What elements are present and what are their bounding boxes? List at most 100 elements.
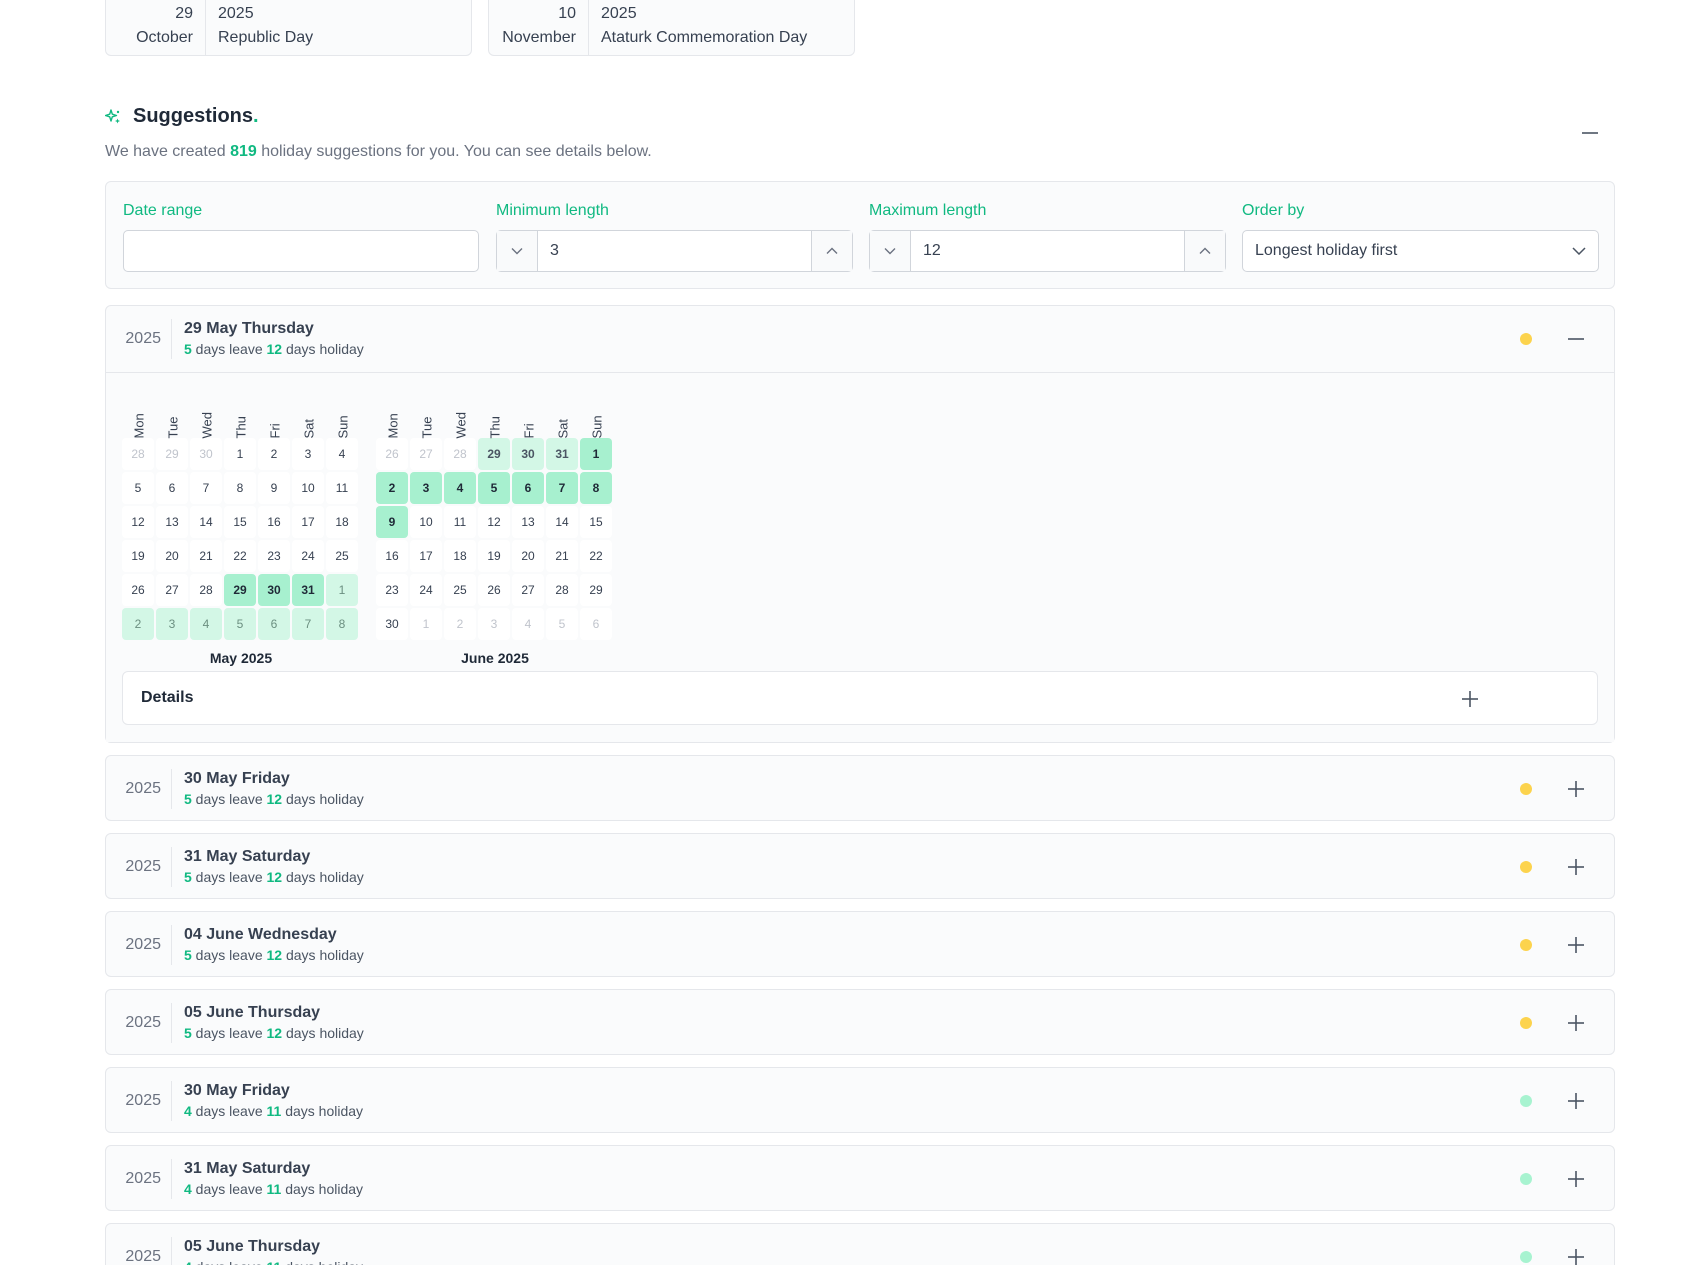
order-by-select[interactable]: Longest holiday first — [1242, 230, 1599, 272]
suggestion-header[interactable]: 2025 05 June Thursday 5 days leave 12 days… — [106, 990, 1614, 1056]
calendar-day[interactable]: 6 — [580, 608, 612, 640]
calendar-day[interactable]: 11 — [326, 472, 358, 504]
calendar-day[interactable]: 24 — [410, 574, 442, 606]
calendar-day-highlighted[interactable]: 2 — [376, 472, 408, 504]
calendar-day-highlighted[interactable]: 6 — [258, 608, 290, 640]
calendar-day[interactable]: 29 — [580, 574, 612, 606]
calendar-day-highlighted[interactable]: 9 — [376, 506, 408, 538]
calendar-day[interactable]: 2 — [444, 608, 476, 640]
calendar-day[interactable]: 16 — [258, 506, 290, 538]
calendar-day-highlighted[interactable]: 3 — [156, 608, 188, 640]
max-decrement-button[interactable] — [870, 231, 910, 271]
calendar-day[interactable]: 13 — [512, 506, 544, 538]
calendar-day[interactable]: 6 — [156, 472, 188, 504]
suggestion-header[interactable]: 2025 31 May Saturday 4 days leave 11 days … — [106, 1146, 1614, 1212]
calendar-day-highlighted[interactable]: 8 — [580, 472, 612, 504]
calendar-day-highlighted[interactable]: 30 — [258, 574, 290, 606]
calendar-day-highlighted[interactable]: 5 — [478, 472, 510, 504]
plus-icon[interactable] — [1566, 1013, 1586, 1033]
max-length-input[interactable]: 12 — [910, 231, 1185, 271]
calendar-day[interactable]: 10 — [292, 472, 324, 504]
calendar-day[interactable]: 22 — [580, 540, 612, 572]
calendar-day[interactable]: 5 — [546, 608, 578, 640]
calendar-day-highlighted[interactable]: 2 — [122, 608, 154, 640]
calendar-day[interactable]: 27 — [410, 438, 442, 470]
calendar-day-highlighted[interactable]: 1 — [580, 438, 612, 470]
calendar-day[interactable]: 21 — [546, 540, 578, 572]
calendar-day[interactable]: 28 — [190, 574, 222, 606]
plus-icon[interactable] — [1566, 935, 1586, 955]
suggestion-header[interactable]: 2025 05 June Thursday 4 days leave 11 days… — [106, 1224, 1614, 1265]
calendar-day[interactable]: 3 — [478, 608, 510, 640]
calendar-day[interactable]: 11 — [444, 506, 476, 538]
calendar-day[interactable]: 7 — [190, 472, 222, 504]
calendar-day[interactable]: 14 — [190, 506, 222, 538]
calendar-day[interactable]: 28 — [122, 438, 154, 470]
calendar-day[interactable]: 26 — [478, 574, 510, 606]
min-decrement-button[interactable] — [497, 231, 537, 271]
calendar-day-highlighted[interactable]: 31 — [292, 574, 324, 606]
calendar-day[interactable]: 20 — [512, 540, 544, 572]
calendar-day[interactable]: 25 — [444, 574, 476, 606]
calendar-day[interactable]: 2 — [258, 438, 290, 470]
calendar-day-highlighted[interactable]: 1 — [326, 574, 358, 606]
calendar-day-highlighted[interactable]: 29 — [478, 438, 510, 470]
calendar-day[interactable]: 25 — [326, 540, 358, 572]
date-range-input[interactable] — [123, 230, 479, 272]
calendar-day[interactable]: 4 — [326, 438, 358, 470]
calendar-day[interactable]: 14 — [546, 506, 578, 538]
suggestion-header[interactable]: 2025 04 June Wednesday 5 days leave 12 day… — [106, 912, 1614, 978]
calendar-day[interactable]: 4 — [512, 608, 544, 640]
max-increment-button[interactable] — [1185, 231, 1225, 271]
calendar-day[interactable]: 23 — [258, 540, 290, 572]
calendar-day[interactable]: 19 — [122, 540, 154, 572]
calendar-day[interactable]: 19 — [478, 540, 510, 572]
calendar-day[interactable]: 12 — [478, 506, 510, 538]
calendar-day[interactable]: 17 — [292, 506, 324, 538]
calendar-day[interactable]: 28 — [546, 574, 578, 606]
calendar-day[interactable]: 17 — [410, 540, 442, 572]
calendar-day-highlighted[interactable]: 7 — [546, 472, 578, 504]
calendar-day[interactable]: 3 — [292, 438, 324, 470]
calendar-day[interactable]: 8 — [224, 472, 256, 504]
suggestion-header[interactable]: 2025 31 May Saturday 5 days leave 12 days … — [106, 834, 1614, 900]
calendar-day[interactable]: 30 — [376, 608, 408, 640]
calendar-day-highlighted[interactable]: 31 — [546, 438, 578, 470]
calendar-day[interactable]: 30 — [190, 438, 222, 470]
calendar-day-highlighted[interactable]: 4 — [444, 472, 476, 504]
calendar-day-highlighted[interactable]: 6 — [512, 472, 544, 504]
calendar-day-highlighted[interactable]: 29 — [224, 574, 256, 606]
min-increment-button[interactable] — [812, 231, 852, 271]
details-accordion[interactable]: Details — [122, 671, 1598, 725]
suggestion-header[interactable]: 2025 29 May Thursday 5 days leave 12 day… — [106, 306, 1614, 372]
calendar-day-highlighted[interactable]: 7 — [292, 608, 324, 640]
calendar-day[interactable]: 10 — [410, 506, 442, 538]
plus-icon[interactable] — [1566, 1091, 1586, 1111]
calendar-day[interactable]: 27 — [156, 574, 188, 606]
calendar-day-highlighted[interactable]: 4 — [190, 608, 222, 640]
plus-icon[interactable] — [1566, 779, 1586, 799]
calendar-day[interactable]: 1 — [410, 608, 442, 640]
calendar-day[interactable]: 5 — [122, 472, 154, 504]
suggestion-header[interactable]: 2025 30 May Friday 5 days leave 12 days ho… — [106, 756, 1614, 822]
calendar-day[interactable]: 13 — [156, 506, 188, 538]
calendar-day[interactable]: 18 — [444, 540, 476, 572]
suggestion-header[interactable]: 2025 30 May Friday 4 days leave 11 days ho… — [106, 1068, 1614, 1134]
calendar-day[interactable]: 15 — [580, 506, 612, 538]
calendar-day[interactable]: 23 — [376, 574, 408, 606]
calendar-day[interactable]: 29 — [156, 438, 188, 470]
calendar-day[interactable]: 1 — [224, 438, 256, 470]
min-length-input[interactable]: 3 — [537, 231, 812, 271]
calendar-day[interactable]: 22 — [224, 540, 256, 572]
calendar-day[interactable]: 24 — [292, 540, 324, 572]
calendar-day[interactable]: 26 — [376, 438, 408, 470]
calendar-day[interactable]: 26 — [122, 574, 154, 606]
minus-icon[interactable] — [1566, 329, 1586, 349]
calendar-day[interactable]: 20 — [156, 540, 188, 572]
calendar-day[interactable]: 16 — [376, 540, 408, 572]
calendar-day[interactable]: 15 — [224, 506, 256, 538]
calendar-day[interactable]: 28 — [444, 438, 476, 470]
calendar-day-highlighted[interactable]: 3 — [410, 472, 442, 504]
calendar-day[interactable]: 9 — [258, 472, 290, 504]
plus-icon[interactable] — [1566, 857, 1586, 877]
